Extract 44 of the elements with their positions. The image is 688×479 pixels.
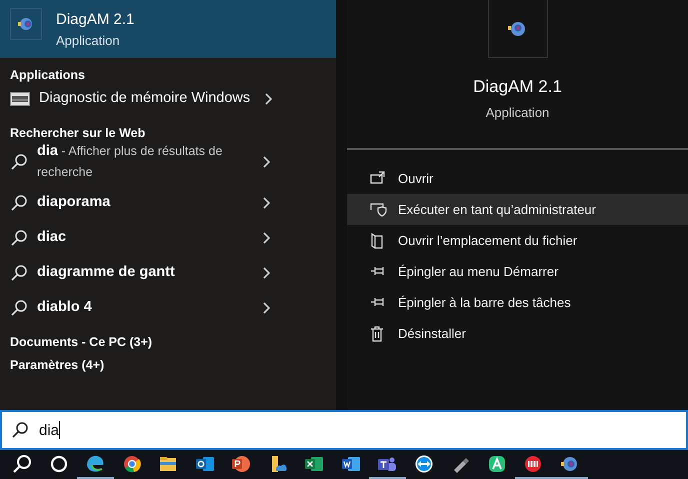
result-item[interactable]: Diagnostic de mémoire Windows <box>0 81 336 116</box>
section-heading: Rechercher sur le Web <box>9 125 146 139</box>
menu-item[interactable]: Épingler au menu Démarrer <box>347 256 688 287</box>
menu-item[interactable]: Exécuter en tant qu’administrateur <box>347 194 688 225</box>
search-icon <box>10 194 28 212</box>
result-item[interactable]: diablo 4 <box>0 290 336 325</box>
result-item[interactable]: dia - Afficher plus de résultats de recherche <box>0 139 336 185</box>
search-field[interactable]: dia <box>0 410 688 450</box>
search-icon <box>10 228 28 246</box>
menu-item[interactable]: Ouvrir <box>347 163 688 194</box>
result-item[interactable]: diaporama <box>0 185 336 220</box>
menu-item[interactable]: Désinstaller <box>347 318 688 349</box>
app-type: Application <box>486 105 550 120</box>
search-icon <box>12 454 32 474</box>
search-icon <box>10 153 28 171</box>
arrows-icon <box>414 454 434 474</box>
menu-item[interactable]: Épingler à la barre des tâches <box>347 287 688 318</box>
result-row[interactable]: DiagAM 2.1 Application <box>0 0 336 58</box>
slides-icon <box>231 454 252 474</box>
section-heading: Paramètres (4+) <box>9 357 106 371</box>
result-item[interactable]: diac <box>0 220 336 255</box>
chevron-icon <box>262 196 271 210</box>
ring-icon <box>122 454 142 474</box>
circle-icon <box>48 454 69 474</box>
section-heading: Applications <box>9 67 86 81</box>
search-icon <box>10 298 28 316</box>
chevron-icon <box>262 300 271 314</box>
memory-icon <box>10 92 30 106</box>
wave-icon <box>85 454 106 474</box>
app-title: DiagAM 2.1 <box>473 77 562 97</box>
app-icon <box>17 16 35 32</box>
letter-tile-icon <box>486 454 507 474</box>
grid-badge-icon <box>523 454 544 474</box>
window-icon <box>370 170 387 186</box>
chevron-icon <box>262 230 271 244</box>
section-heading: Documents - Ce PC (3+) <box>9 334 154 348</box>
chevron-icon <box>262 266 271 280</box>
result-item[interactable]: diagramme de gantt <box>0 255 336 290</box>
search-icon <box>10 264 28 282</box>
search-icon <box>11 421 29 439</box>
menu-item[interactable]: Ouvrir l’emplacement du fichier <box>347 225 688 256</box>
chevron-icon <box>264 92 273 106</box>
chevron-icon <box>262 155 271 169</box>
shield-icon <box>370 202 387 218</box>
